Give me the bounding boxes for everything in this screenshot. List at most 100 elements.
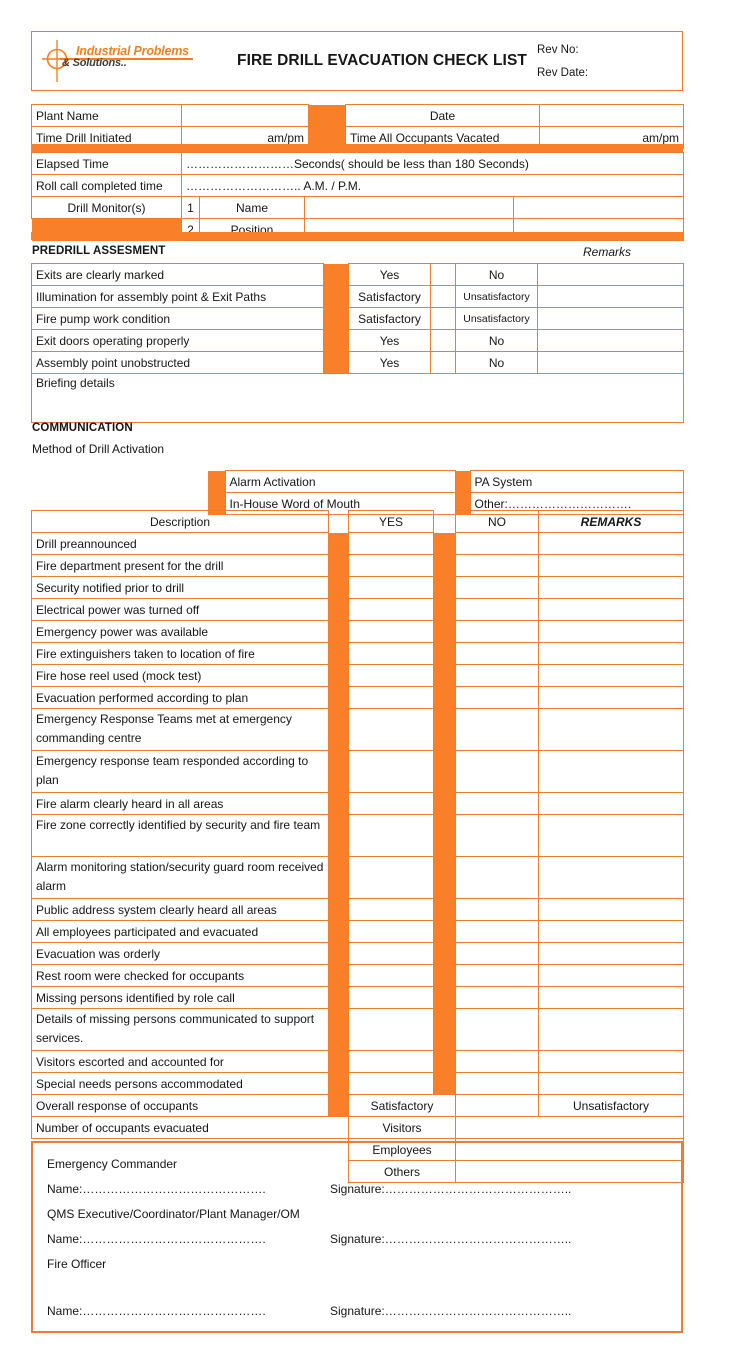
checklist-no-cell[interactable] bbox=[455, 750, 539, 793]
checklist-no-cell[interactable] bbox=[455, 686, 539, 709]
checklist-remarks-cell[interactable] bbox=[538, 620, 684, 643]
checklist-yes-cell[interactable] bbox=[348, 898, 434, 921]
checklist-remarks-cell[interactable] bbox=[538, 1008, 684, 1051]
checklist-remarks-cell[interactable] bbox=[538, 942, 684, 965]
predrill-option-2[interactable]: No bbox=[455, 329, 538, 352]
overall-option-check[interactable] bbox=[455, 1094, 539, 1117]
checklist-remarks-cell[interactable] bbox=[538, 576, 684, 599]
checklist-yes-cell[interactable] bbox=[348, 554, 434, 577]
checklist-remarks-cell[interactable] bbox=[538, 920, 684, 943]
elapsed-time-input[interactable]: ………………………Seconds( should be less than 18… bbox=[180, 152, 685, 175]
checklist-no-cell[interactable] bbox=[455, 620, 539, 643]
method-pa-system[interactable]: PA System bbox=[469, 470, 684, 493]
checklist-remarks-cell[interactable] bbox=[538, 856, 684, 899]
checklist-remarks-cell[interactable] bbox=[538, 708, 684, 751]
predrill-option-1-check[interactable] bbox=[430, 285, 456, 308]
checklist-no-cell[interactable] bbox=[455, 964, 539, 987]
checklist-yes-cell[interactable] bbox=[348, 750, 434, 793]
checklist-yes-cell[interactable] bbox=[348, 1050, 434, 1073]
checklist-no-cell[interactable] bbox=[455, 642, 539, 665]
checklist-remarks-cell[interactable] bbox=[538, 986, 684, 1009]
method-alarm-activation[interactable]: Alarm Activation bbox=[224, 470, 456, 493]
checklist-yes-cell[interactable] bbox=[348, 814, 434, 857]
checklist-remarks-cell[interactable] bbox=[538, 598, 684, 621]
checklist-remarks-cell[interactable] bbox=[538, 532, 684, 555]
checklist-yes-cell[interactable] bbox=[348, 792, 434, 815]
monitor-value2-input[interactable] bbox=[512, 196, 685, 219]
checklist-no-cell[interactable] bbox=[455, 1050, 539, 1073]
predrill-option-1-check[interactable] bbox=[430, 307, 456, 330]
predrill-option-1[interactable]: Yes bbox=[348, 351, 431, 374]
predrill-option-2[interactable]: No bbox=[455, 351, 538, 374]
briefing-details-label[interactable]: Briefing details bbox=[31, 373, 684, 423]
checklist-remarks-cell[interactable] bbox=[538, 686, 684, 709]
signature-name-field[interactable]: Name:………………………………………. bbox=[47, 1182, 266, 1196]
checklist-no-cell[interactable] bbox=[455, 814, 539, 857]
checklist-remarks-cell[interactable] bbox=[538, 1050, 684, 1073]
predrill-option-1-check[interactable] bbox=[430, 351, 456, 374]
checklist-yes-cell[interactable] bbox=[348, 964, 434, 987]
roll-call-input[interactable]: ……………………….. A.M. / P.M. bbox=[180, 174, 685, 197]
checklist-yes-cell[interactable] bbox=[348, 532, 434, 555]
checklist-yes-cell[interactable] bbox=[348, 920, 434, 943]
checklist-no-cell[interactable] bbox=[455, 942, 539, 965]
predrill-remarks-input[interactable] bbox=[537, 263, 684, 286]
predrill-option-1-check[interactable] bbox=[430, 329, 456, 352]
signature-name-field[interactable]: Name:………………………………………. bbox=[47, 1232, 266, 1246]
checklist-yes-cell[interactable] bbox=[348, 620, 434, 643]
predrill-option-2[interactable]: No bbox=[455, 263, 538, 286]
checklist-no-cell[interactable] bbox=[455, 598, 539, 621]
checklist-remarks-cell[interactable] bbox=[538, 898, 684, 921]
checklist-no-cell[interactable] bbox=[455, 920, 539, 943]
checklist-yes-cell[interactable] bbox=[348, 708, 434, 751]
checklist-no-cell[interactable] bbox=[455, 898, 539, 921]
overall-option-unsatisfactory[interactable]: Unsatisfactory bbox=[538, 1094, 684, 1117]
checklist-no-cell[interactable] bbox=[455, 792, 539, 815]
plant-name-input[interactable] bbox=[181, 104, 309, 127]
checklist-remarks-cell[interactable] bbox=[538, 664, 684, 687]
checklist-no-cell[interactable] bbox=[455, 856, 539, 899]
checklist-no-cell[interactable] bbox=[455, 554, 539, 577]
checklist-yes-cell[interactable] bbox=[348, 856, 434, 899]
monitor-value-input[interactable] bbox=[304, 196, 514, 219]
checklist-yes-cell[interactable] bbox=[348, 664, 434, 687]
checklist-yes-cell[interactable] bbox=[348, 986, 434, 1009]
checklist-remarks-cell[interactable] bbox=[538, 792, 684, 815]
date-input[interactable] bbox=[539, 104, 684, 127]
predrill-option-2[interactable]: Unsatisfactory bbox=[455, 307, 538, 330]
checklist-no-cell[interactable] bbox=[455, 576, 539, 599]
checklist-yes-cell[interactable] bbox=[348, 1008, 434, 1051]
checklist-yes-cell[interactable] bbox=[348, 598, 434, 621]
predrill-remarks-input[interactable] bbox=[537, 351, 684, 374]
checklist-no-cell[interactable] bbox=[455, 532, 539, 555]
signature-name-field[interactable]: Name:………………………………………. bbox=[47, 1304, 266, 1318]
overall-option-satisfactory[interactable]: Satisfactory bbox=[348, 1094, 456, 1117]
checklist-no-cell[interactable] bbox=[455, 1008, 539, 1051]
checklist-remarks-cell[interactable] bbox=[538, 964, 684, 987]
checklist-yes-cell[interactable] bbox=[348, 642, 434, 665]
checklist-no-cell[interactable] bbox=[455, 708, 539, 751]
checklist-no-cell[interactable] bbox=[455, 664, 539, 687]
checklist-yes-cell[interactable] bbox=[348, 1072, 434, 1095]
checklist-remarks-cell[interactable] bbox=[538, 554, 684, 577]
predrill-option-1[interactable]: Satisfactory bbox=[348, 285, 431, 308]
checklist-remarks-cell[interactable] bbox=[538, 814, 684, 857]
checklist-yes-cell[interactable] bbox=[348, 942, 434, 965]
checklist-remarks-cell[interactable] bbox=[538, 642, 684, 665]
predrill-option-2[interactable]: Unsatisfactory bbox=[455, 285, 538, 308]
predrill-remarks-input[interactable] bbox=[537, 307, 684, 330]
checklist-remarks-cell[interactable] bbox=[538, 750, 684, 793]
predrill-remarks-input[interactable] bbox=[537, 285, 684, 308]
checklist-no-cell[interactable] bbox=[455, 1072, 539, 1095]
predrill-remarks-input[interactable] bbox=[537, 329, 684, 352]
checklist-no-cell[interactable] bbox=[455, 986, 539, 1009]
predrill-option-1[interactable]: Yes bbox=[348, 329, 431, 352]
predrill-option-1[interactable]: Yes bbox=[348, 263, 431, 286]
signature-sign-field[interactable]: Signature:……………………………………….. bbox=[330, 1304, 571, 1318]
predrill-option-1[interactable]: Satisfactory bbox=[348, 307, 431, 330]
checklist-remarks-cell[interactable] bbox=[538, 1072, 684, 1095]
checklist-yes-cell[interactable] bbox=[348, 686, 434, 709]
signature-sign-field[interactable]: Signature:……………………………………….. bbox=[330, 1182, 571, 1196]
signature-sign-field[interactable]: Signature:……………………………………….. bbox=[330, 1232, 571, 1246]
occupants-count-visitors[interactable] bbox=[455, 1116, 684, 1139]
